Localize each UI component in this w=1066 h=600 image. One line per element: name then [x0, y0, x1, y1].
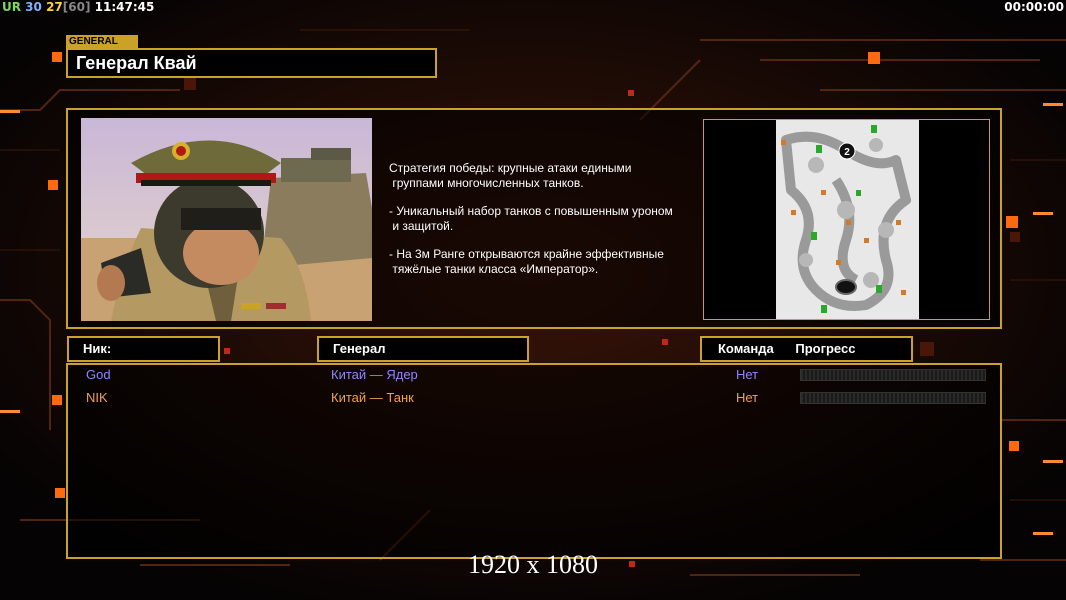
col-header-nick: Ник:	[67, 336, 220, 362]
clock: 11:47:45	[94, 0, 155, 14]
general-description: Стратегия победы: крупные атаки едиными …	[389, 161, 699, 277]
minimap[interactable]: 2	[776, 120, 919, 319]
resolution-label: 1920 x 1080	[468, 550, 598, 579]
player-team[interactable]: Нет	[736, 388, 758, 408]
col-header-progress: Прогресс	[795, 341, 856, 356]
general-tag: GENERAL	[66, 35, 138, 48]
ur-label: UR	[2, 0, 21, 14]
strategy-line-2: группами многочисленных танков.	[389, 176, 584, 190]
col-header-general: Генерал	[317, 336, 529, 362]
fps-limit: [60]	[62, 0, 91, 14]
bullet-2-line-1: - На 3м Ранге открываются крайне эффекти…	[389, 247, 664, 261]
fps-value: 30	[25, 0, 42, 14]
strategy-line-1: Стратегия победы: крупные атаки едиными	[389, 161, 632, 175]
general-portrait	[81, 118, 372, 321]
general-name: Генерал Квай	[76, 53, 197, 73]
progress-bar	[800, 369, 986, 381]
bullet-1-line-2: и защитой.	[389, 219, 454, 233]
player-nick: NIK	[86, 390, 108, 405]
col-header-team: Команда	[718, 341, 774, 356]
progress-bar	[800, 392, 986, 404]
player-general[interactable]: Китай — Ядер	[331, 365, 418, 385]
player-team[interactable]: Нет	[736, 365, 758, 385]
player-nick: God	[86, 367, 111, 382]
fps-overlay: UR 30 27[60] 11:47:45	[2, 0, 154, 14]
general-name-box: Генерал Квай	[66, 48, 437, 78]
table-row[interactable]: NIK Китай — Танк Нет	[66, 388, 1002, 408]
bullet-2-line-2: тяжёлые танки класса «Император».	[389, 262, 599, 276]
bullet-1-line-1: - Уникальный набор танков с повышенным у…	[389, 204, 673, 218]
match-timer: 00:00:00	[1004, 0, 1064, 14]
table-row[interactable]: God Китай — Ядер Нет	[66, 365, 1002, 385]
fps-value-2: 27	[46, 0, 63, 14]
player-general[interactable]: Китай — Танк	[331, 388, 414, 408]
minimap-start-label: 2	[844, 147, 850, 158]
col-header-team-progress: Команда Прогресс	[700, 336, 913, 362]
